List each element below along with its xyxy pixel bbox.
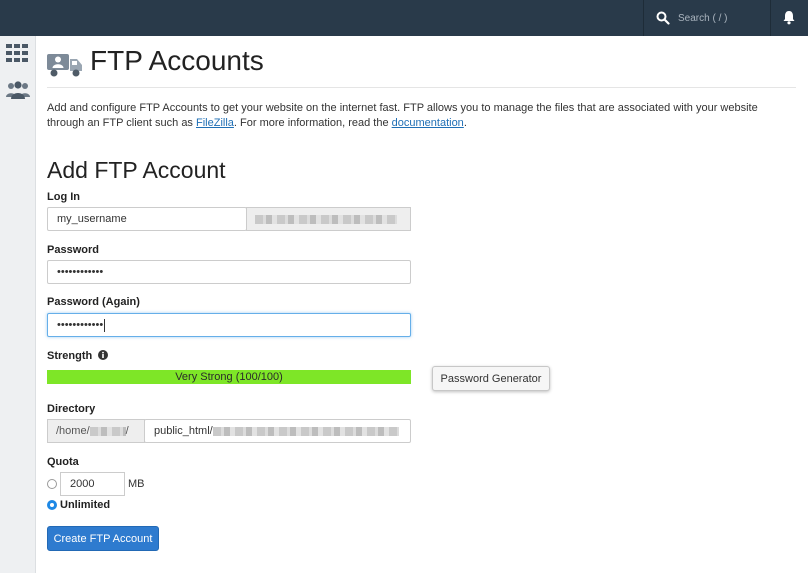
password-again-input[interactable]: •••••••••••• — [47, 313, 411, 337]
password-label: Password — [47, 244, 99, 256]
section-title: Add FTP Account — [47, 157, 226, 183]
left-sidebar — [0, 36, 36, 573]
quota-label: Quota — [47, 456, 79, 468]
strength-meter: Very Strong (100/100) — [47, 370, 411, 384]
create-ftp-account-button[interactable]: Create FTP Account — [47, 526, 159, 551]
strength-label-text: Strength — [47, 350, 93, 362]
password-input[interactable]: •••••••••••• — [47, 260, 411, 284]
strength-label: Strength — [47, 350, 109, 362]
text-cursor — [104, 318, 106, 332]
quota-limited-radio[interactable] — [47, 479, 57, 489]
password-again-value: •••••••••••• — [57, 319, 104, 331]
description-text-middle: . For more information, read the — [233, 117, 392, 129]
login-value: my_username — [57, 213, 127, 225]
directory-value: public_html/ — [154, 425, 213, 437]
directory-label: Directory — [47, 403, 96, 415]
login-label: Log In — [47, 191, 80, 203]
password-generator-button[interactable]: Password Generator — [432, 366, 550, 391]
quota-input[interactable]: 2000 — [60, 472, 125, 496]
info-icon[interactable] — [98, 350, 109, 360]
redacted-username — [89, 426, 126, 436]
login-domain-addon — [246, 207, 411, 231]
directory-prefix-suffix: / — [125, 425, 129, 437]
quota-unit: MB — [128, 478, 145, 490]
top-bar: Search ( / ) — [0, 0, 808, 36]
apps-grid-icon[interactable] — [6, 44, 28, 62]
password-value: •••••••••••• — [57, 266, 104, 278]
redacted-directory — [212, 426, 399, 436]
quota-unlimited-radio[interactable] — [47, 500, 57, 510]
bell-icon[interactable] — [782, 10, 796, 25]
quota-value: 2000 — [70, 478, 95, 490]
page-description: Add and configure FTP Accounts to get yo… — [47, 101, 797, 131]
directory-prefix: /home/ — [56, 425, 90, 437]
password-again-label: Password (Again) — [47, 296, 140, 308]
ftp-truck-icon — [47, 54, 82, 77]
directory-input[interactable]: public_html/ — [144, 419, 411, 443]
documentation-link[interactable]: documentation — [392, 117, 464, 129]
strength-meter-text: Very Strong (100/100) — [175, 371, 283, 383]
search-box[interactable]: Search ( / ) — [643, 0, 771, 36]
filezilla-link[interactable]: FileZilla — [196, 117, 234, 129]
search-icon — [656, 11, 670, 25]
redacted-domain — [255, 214, 397, 224]
page-header: FTP Accounts — [47, 42, 796, 88]
users-icon[interactable] — [6, 80, 30, 100]
description-text-end: . — [463, 117, 467, 129]
page-title: FTP Accounts — [90, 45, 264, 76]
quota-unlimited-label[interactable]: Unlimited — [60, 499, 110, 511]
search-placeholder: Search ( / ) — [678, 12, 728, 24]
login-input[interactable]: my_username — [47, 207, 247, 231]
directory-prefix-addon: /home/ / — [47, 419, 145, 443]
